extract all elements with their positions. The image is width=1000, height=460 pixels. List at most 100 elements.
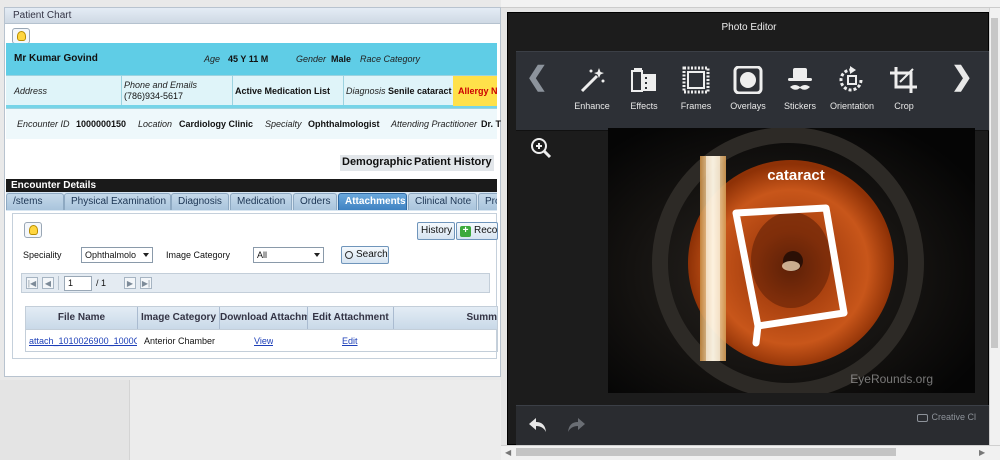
- editor-title: Photo Editor: [721, 22, 777, 33]
- phone-label: Phone and Emails: [124, 80, 198, 90]
- emr-lower-area: [0, 380, 501, 460]
- editor-bottom-bar: Creative Cl: [516, 405, 990, 445]
- photo-editor: Photo Editor ❮ ❯ Enhance Effects Frames: [507, 12, 990, 445]
- tool-effects[interactable]: Effects: [614, 65, 674, 111]
- chevron-down-icon: [314, 253, 320, 257]
- next-page-icon[interactable]: ▶: [124, 277, 136, 289]
- search-button-label: Search: [356, 249, 388, 260]
- image-category-cell: Anterior Chamber: [144, 336, 216, 346]
- tab-physical-examination[interactable]: Physical Examination: [64, 193, 171, 210]
- hat-mustache-icon: [770, 65, 830, 95]
- tab-systems[interactable]: /stems: [6, 193, 64, 210]
- column-image-category[interactable]: Image Category: [138, 307, 220, 329]
- photo-watermark: EyeRounds.org: [850, 372, 933, 386]
- eye-photo[interactable]: cataract EyeRounds.org: [608, 128, 975, 393]
- record-button[interactable]: + Record: [456, 222, 498, 240]
- rotate-icon: [822, 65, 882, 95]
- chevron-left-icon[interactable]: ❮: [526, 61, 548, 92]
- gender-value: Male: [331, 54, 352, 64]
- tool-stickers-label: Stickers: [783, 101, 816, 111]
- active-medication-link[interactable]: Active Medication List: [235, 86, 330, 96]
- specialty-label: Specialty: [265, 119, 302, 129]
- photo-editor-window: Photo Editor ❮ ❯ Enhance Effects Frames: [501, 0, 1000, 460]
- image-category-select-value: All: [257, 250, 268, 260]
- age-value: 45 Y 11 M: [228, 54, 269, 64]
- race-label: Race Category: [360, 54, 421, 64]
- chevron-right-icon[interactable]: ❯: [951, 61, 973, 92]
- overlay-icon: [718, 65, 778, 95]
- magic-wand-icon: [562, 65, 622, 95]
- demographic-button[interactable]: Demographic: [340, 155, 415, 171]
- cc-icon: [917, 413, 929, 422]
- tool-frames[interactable]: Frames: [666, 65, 726, 111]
- gender-label: Gender: [296, 54, 327, 64]
- tab-orders[interactable]: Orders: [293, 193, 337, 210]
- attachments-table: File Name Image Category Download Attach…: [25, 306, 498, 352]
- browser-strip: [501, 0, 1000, 8]
- tool-effects-label: Effects: [630, 101, 658, 111]
- plus-icon: +: [460, 226, 471, 237]
- patient-banner-row2: Address Phone and Emails (786)934-5617 A…: [6, 75, 497, 106]
- image-category-label: Image Category: [166, 250, 231, 260]
- attending-label: Attending Practitioner: [391, 119, 478, 129]
- history-button[interactable]: History: [417, 222, 455, 240]
- address-label: Address: [14, 86, 48, 96]
- column-download[interactable]: Download Attachm: [220, 307, 308, 329]
- tool-stickers[interactable]: Stickers: [770, 65, 830, 111]
- location-value: Cardiology Clinic: [179, 119, 254, 129]
- tool-orientation[interactable]: Orientation: [822, 65, 882, 111]
- tab-more[interactable]: Pro: [478, 193, 497, 210]
- encounter-id-value: 1000000150: [76, 119, 127, 129]
- last-page-icon[interactable]: ▶|: [140, 277, 152, 289]
- scroll-right-icon[interactable]: ▶: [979, 448, 985, 457]
- tab-clinical-note[interactable]: Clinical Note: [408, 193, 477, 210]
- encounter-details-header: Encounter Details: [6, 179, 497, 192]
- column-edit[interactable]: Edit Attachment: [308, 307, 394, 329]
- phone-value: (786)934-5617: [124, 91, 184, 101]
- tool-enhance-label: Enhance: [574, 101, 610, 111]
- speciality-select-value: Ophthalmolo: [85, 250, 137, 260]
- patient-banner-row3: Encounter ID 1000000150 Location Cardiol…: [6, 108, 501, 139]
- tool-overlays[interactable]: Overlays: [718, 65, 778, 111]
- scroll-left-icon[interactable]: ◀: [505, 448, 511, 457]
- image-category-select[interactable]: All: [253, 247, 324, 263]
- search-icon: [345, 251, 353, 259]
- allergy-badge[interactable]: Allergy Ni: [453, 76, 497, 106]
- tab-attachments[interactable]: Attachments: [338, 193, 407, 210]
- tab-medication[interactable]: Medication: [230, 193, 292, 210]
- file-name-link[interactable]: attach_1010026900_1000C: [29, 330, 137, 351]
- pager: |◀ ◀ 1 / 1 ▶ ▶|: [21, 273, 490, 293]
- edit-link[interactable]: Edit: [342, 330, 358, 351]
- page-input[interactable]: 1: [64, 276, 92, 291]
- column-summary[interactable]: Summ: [394, 307, 497, 329]
- tool-overlays-label: Overlays: [730, 101, 766, 111]
- redo-icon[interactable]: [566, 416, 586, 437]
- search-button[interactable]: Search: [341, 246, 389, 264]
- attachments-panel: History + Record Speciality Ophthalmolo …: [12, 213, 498, 359]
- zoom-in-icon[interactable]: [530, 137, 552, 162]
- diagnosis-value: Senile cataract: [388, 86, 452, 96]
- bulb-icon[interactable]: [12, 28, 30, 44]
- tool-crop[interactable]: Crop: [874, 65, 934, 111]
- horizontal-scrollbar-thumb[interactable]: [516, 448, 896, 456]
- first-page-icon[interactable]: |◀: [26, 277, 38, 289]
- frame-icon: [666, 65, 726, 95]
- speciality-select[interactable]: Ophthalmolo: [81, 247, 153, 263]
- tool-crop-label: Crop: [894, 101, 914, 111]
- view-link[interactable]: View: [254, 330, 273, 351]
- vertical-scrollbar-thumb[interactable]: [991, 18, 998, 348]
- age-label: Age: [204, 54, 221, 64]
- encounter-id-label: Encounter ID: [17, 119, 70, 129]
- tool-enhance[interactable]: Enhance: [562, 65, 622, 111]
- record-button-label: Record: [474, 225, 498, 236]
- crop-icon: [874, 65, 934, 95]
- tool-frames-label: Frames: [680, 101, 712, 111]
- chevron-down-icon: [143, 253, 149, 257]
- tab-diagnosis[interactable]: Diagnosis: [171, 193, 229, 210]
- undo-icon[interactable]: [528, 416, 548, 437]
- patient-banner-row1: Mr Kumar Govind Age 45 Y 11 M Gender Mal…: [6, 43, 497, 75]
- column-file-name[interactable]: File Name: [26, 307, 138, 329]
- patient-history-button[interactable]: Patient History: [412, 155, 494, 171]
- bulb-icon[interactable]: [24, 222, 42, 238]
- prev-page-icon[interactable]: ◀: [42, 277, 54, 289]
